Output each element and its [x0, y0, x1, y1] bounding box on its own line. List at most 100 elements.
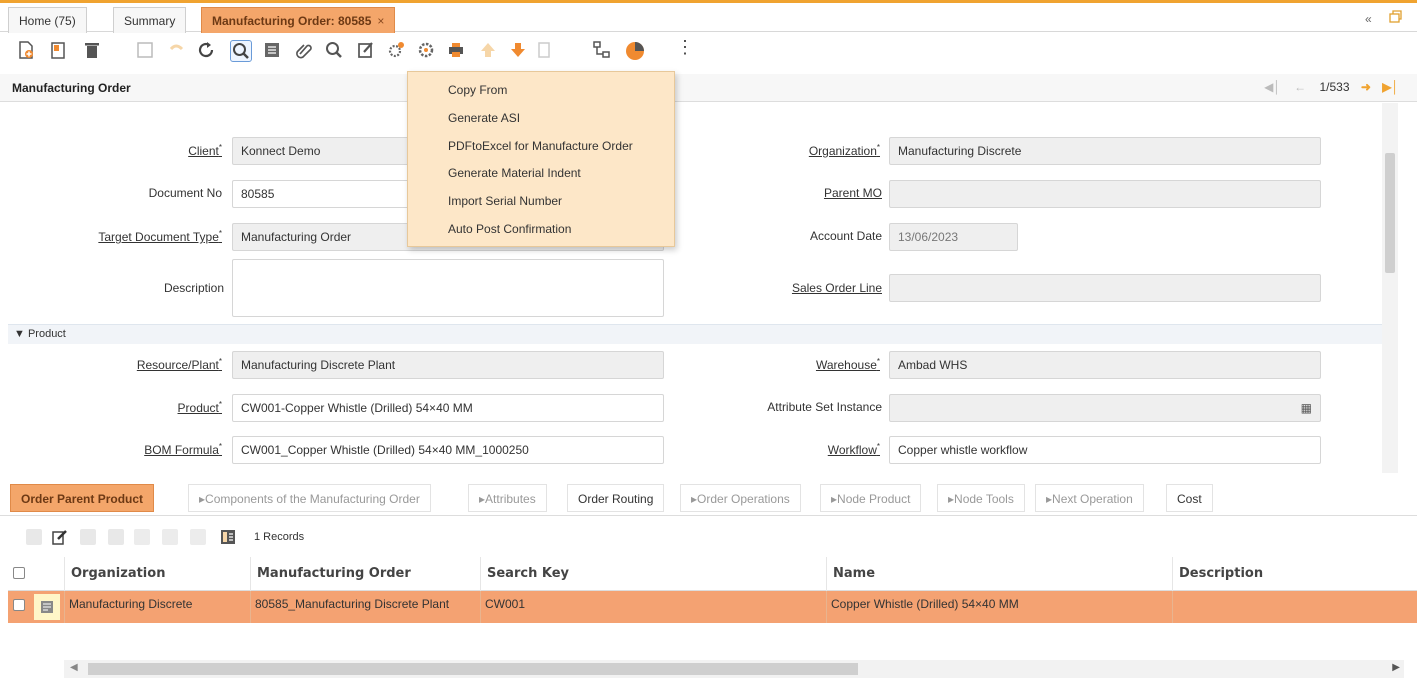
window-tab-bar: Home (75) Summary Manufacturing Order: 8… — [0, 0, 1417, 35]
form-vertical-scrollbar[interactable] — [1382, 103, 1398, 473]
parent-mo-field[interactable] — [889, 180, 1321, 208]
tab-order-parent-product[interactable]: Order Parent Product — [10, 484, 155, 512]
tab-mo-label: Manufacturing Order: 80585 — [212, 14, 372, 28]
column-header-description[interactable]: Description — [1172, 557, 1417, 591]
zoom-across-icon[interactable] — [324, 40, 346, 62]
new-record-icon[interactable] — [16, 40, 38, 62]
copy-record-icon[interactable] — [48, 40, 70, 62]
warehouse-field[interactable]: Ambad WHS — [889, 351, 1321, 379]
product-label[interactable]: Product* — [108, 400, 222, 415]
last-record-icon[interactable]: ▶│ — [1382, 80, 1399, 94]
row-checkbox[interactable] — [13, 599, 25, 611]
toolbar-overflow-menu: Copy From Generate ASI PDFtoExcel for Ma… — [407, 71, 675, 247]
grid-export-icon[interactable] — [190, 529, 206, 545]
resource-plant-label[interactable]: Resource/Plant* — [108, 357, 222, 372]
attribute-set-instance-field[interactable]: ▦ — [889, 394, 1321, 422]
resource-plant-field[interactable]: Manufacturing Discrete Plant — [232, 351, 664, 379]
organization-field[interactable]: Manufacturing Discrete — [889, 137, 1321, 165]
tab-attributes[interactable]: ▸Attributes — [468, 484, 547, 512]
tabbar-right: « — [1351, 9, 1403, 26]
menu-item-generate-material-indent[interactable]: Generate Material Indent — [448, 166, 581, 180]
grid-customize-icon[interactable] — [162, 529, 178, 545]
product-field[interactable]: CW001-Copper Whistle (Drilled) 54×40 MM — [232, 394, 664, 422]
row-edit-icon[interactable] — [34, 594, 60, 620]
menu-item-pdf-to-excel[interactable]: PDFtoExcel for Manufacture Order — [448, 139, 633, 153]
grid-horizontal-scrollbar[interactable]: ◀ ▶ — [64, 660, 1404, 678]
bom-formula-label[interactable]: BOM Formula* — [108, 442, 222, 457]
notes-icon[interactable] — [356, 40, 378, 62]
scroll-left-icon[interactable]: ◀ — [70, 662, 78, 673]
grid-toolbar: 1 Records — [0, 520, 1417, 554]
organization-label[interactable]: Organization* — [728, 143, 880, 158]
print-icon[interactable] — [446, 40, 468, 62]
warehouse-label[interactable]: Warehouse* — [728, 357, 880, 372]
grid-delete-icon[interactable] — [80, 529, 96, 545]
grid-toggle-view-icon[interactable] — [220, 529, 236, 545]
table-row[interactable]: Manufacturing Discrete 80585_Manufacturi… — [8, 591, 1417, 623]
tab-components[interactable]: ▸Components of the Manufacturing Order — [188, 484, 431, 512]
next-record-icon[interactable]: ➜ — [1361, 80, 1371, 94]
detail-record-icon[interactable] — [508, 40, 530, 62]
report-icon[interactable] — [534, 40, 556, 62]
bom-formula-field[interactable]: CW001_Copper Whistle (Drilled) 54×40 MM_… — [232, 436, 664, 464]
workflow-field[interactable]: Copper whistle workflow — [889, 436, 1321, 464]
tree-icon[interactable] — [592, 40, 614, 62]
sales-order-line-label[interactable]: Sales Order Line — [728, 281, 882, 295]
product-section-header[interactable]: ▼ Product — [8, 324, 1398, 344]
grid-process-icon[interactable] — [134, 529, 150, 545]
parent-record-icon[interactable] — [478, 40, 500, 62]
scroll-right-icon[interactable]: ▶ — [1392, 662, 1400, 673]
tab-order-operations[interactable]: ▸Order Operations — [680, 484, 801, 512]
chart-pie-icon[interactable] — [624, 40, 646, 62]
client-label[interactable]: Client* — [128, 143, 222, 158]
tab-node-product[interactable]: ▸Node Product — [820, 484, 922, 512]
refresh-icon[interactable] — [196, 40, 218, 62]
description-field[interactable] — [232, 259, 664, 317]
grid-new-icon[interactable] — [26, 529, 42, 545]
attribute-picker-icon[interactable]: ▦ — [1301, 395, 1312, 421]
form-scroll-thumb[interactable] — [1385, 153, 1395, 273]
process-gear-icon[interactable] — [416, 40, 438, 62]
find-icon[interactable] — [230, 40, 252, 62]
workflow-icon[interactable] — [386, 40, 408, 62]
menu-item-import-serial-number[interactable]: Import Serial Number — [448, 194, 562, 208]
column-header-search-key[interactable]: Search Key — [480, 557, 832, 591]
document-no-label: Document No — [148, 186, 222, 200]
menu-item-copy-from[interactable]: Copy From — [448, 83, 507, 97]
previous-record-icon[interactable]: ← — [1294, 80, 1306, 94]
tab-order-routing[interactable]: Order Routing — [567, 484, 665, 512]
tab-manufacturing-order[interactable]: Manufacturing Order: 80585 × — [201, 7, 396, 35]
grid-scroll-thumb[interactable] — [88, 663, 858, 675]
tab-cost[interactable]: Cost — [1166, 484, 1213, 512]
delete-icon[interactable] — [82, 40, 104, 62]
workflow-label[interactable]: Workflow* — [728, 442, 880, 457]
save-icon[interactable] — [135, 40, 157, 62]
tab-home[interactable]: Home (75) — [8, 7, 87, 35]
main-toolbar: ⋮ — [0, 33, 1417, 73]
column-header-manufacturing-order[interactable]: Manufacturing Order — [250, 557, 486, 591]
sales-order-line-field[interactable] — [889, 274, 1321, 302]
column-header-organization[interactable]: Organization — [64, 557, 254, 591]
grid-save-icon[interactable] — [108, 529, 124, 545]
collapse-icon[interactable]: « — [1365, 12, 1372, 26]
tab-next-operation[interactable]: ▸Next Operation — [1035, 484, 1144, 512]
detail-tab-bar: Order Parent Product ▸Components of the … — [0, 482, 1417, 516]
account-date-field[interactable]: 13/06/2023 — [889, 223, 1018, 251]
column-header-name[interactable]: Name — [826, 557, 1178, 591]
menu-item-generate-asi[interactable]: Generate ASI — [448, 111, 520, 125]
parent-mo-label[interactable]: Parent MO — [728, 186, 882, 200]
grid-toggle-icon[interactable] — [262, 40, 284, 62]
menu-item-auto-post-confirmation[interactable]: Auto Post Confirmation — [448, 222, 571, 236]
attachment-icon[interactable] — [294, 40, 316, 62]
tab-summary[interactable]: Summary — [113, 7, 187, 35]
undo-icon[interactable] — [166, 40, 188, 62]
target-doc-type-label[interactable]: Target Document Type* — [48, 229, 222, 244]
close-tab-icon[interactable]: × — [377, 14, 384, 28]
select-all-checkbox[interactable] — [13, 567, 25, 579]
more-options-icon[interactable]: ⋮ — [676, 37, 694, 58]
first-record-icon[interactable]: ◀│ — [1264, 80, 1281, 94]
grid-edit-icon[interactable] — [52, 529, 68, 545]
user-icon[interactable] — [1389, 10, 1403, 26]
tab-node-tools[interactable]: ▸Node Tools — [937, 484, 1025, 512]
tab-summary-label: Summary — [124, 14, 176, 28]
